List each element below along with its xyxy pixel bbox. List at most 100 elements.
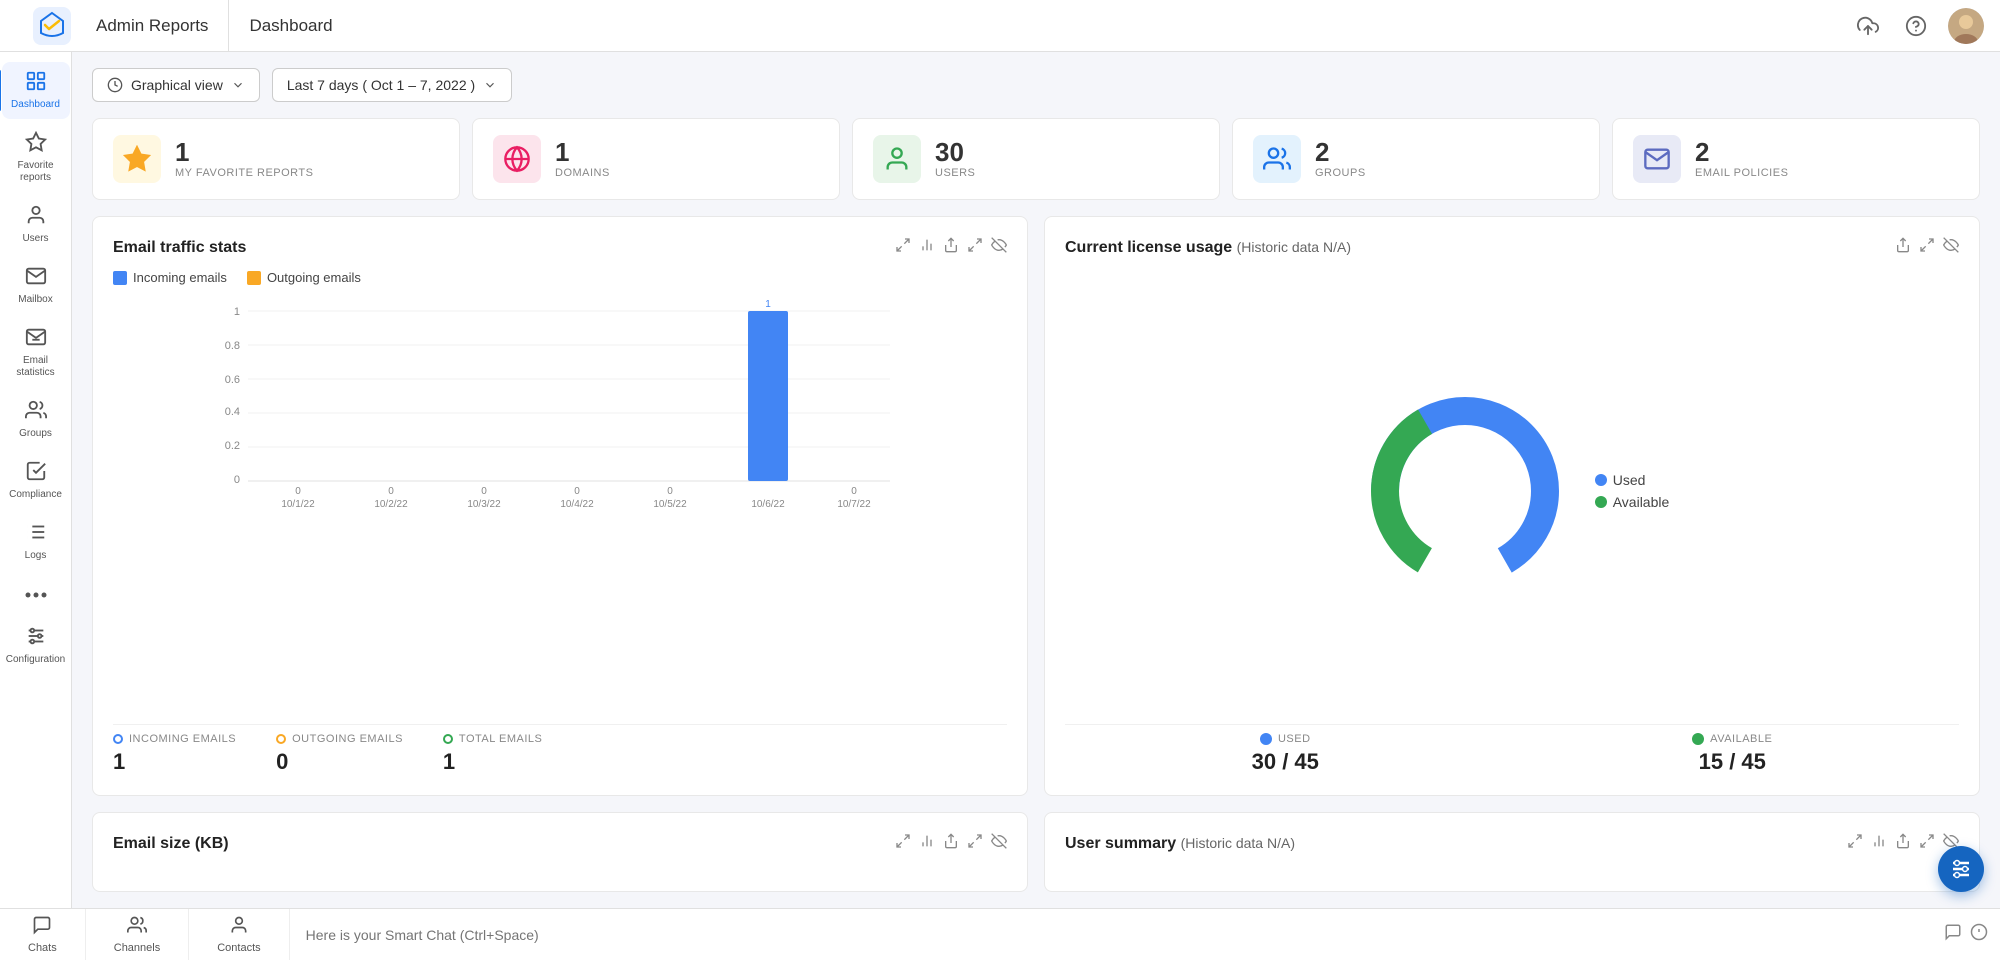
- sidebar-item-logs[interactable]: Logs: [2, 513, 70, 570]
- svg-text:0: 0: [481, 486, 487, 497]
- svg-text:10/3/22: 10/3/22: [467, 499, 501, 510]
- bottom-tab-contacts[interactable]: Contacts: [189, 909, 289, 960]
- groups-label: GROUPS: [1315, 167, 1366, 179]
- chart-actions-license: [1895, 237, 1959, 258]
- summary-card-favorite-reports: 1 MY FAVORITE REPORTS: [92, 118, 460, 200]
- license-title-text: Current license usage: [1065, 239, 1232, 256]
- bar-icon-size[interactable]: [919, 833, 935, 854]
- sidebar-favorite-label: Favorite reports: [6, 160, 66, 184]
- hide-icon-traffic[interactable]: [991, 237, 1007, 258]
- bottom-action-icon-2[interactable]: [1970, 923, 1988, 946]
- upload-button[interactable]: [1852, 10, 1884, 42]
- sidebar-item-email-statistics[interactable]: Email statistics: [2, 318, 70, 387]
- fullscreen-icon-license[interactable]: [1919, 237, 1935, 258]
- bar-chart-icon-traffic[interactable]: [919, 237, 935, 258]
- bar-icon-user-summary[interactable]: [1871, 833, 1887, 854]
- summary-card-email-policies: 2 EMAIL POLICIES: [1612, 118, 1980, 200]
- more-icon: [25, 582, 47, 602]
- stat-outgoing-value: 0: [276, 749, 403, 775]
- controls-bar: Graphical view Last 7 days ( Oct 1 – 7, …: [92, 68, 1980, 102]
- favorite-reports-label: MY FAVORITE REPORTS: [175, 167, 313, 179]
- license-stats: USED 30 / 45 AVAILABLE 15 / 45: [1065, 724, 1959, 775]
- sidebar-item-more[interactable]: [2, 574, 70, 613]
- email-size-header: Email size (KB): [113, 833, 1007, 854]
- domains-count: 1: [555, 139, 610, 165]
- fullscreen-icon-user-summary[interactable]: [1919, 833, 1935, 854]
- top-header: Admin Reports Dashboard: [0, 0, 2000, 52]
- donut-legend: Used Available: [1595, 472, 1670, 510]
- header-title-section: Admin Reports Dashboard: [88, 0, 1852, 52]
- chart-stats-traffic: INCOMING EMAILS 1 OUTGOING EMAILS 0: [113, 724, 1007, 775]
- help-button[interactable]: [1900, 10, 1932, 42]
- graphical-view-dropdown[interactable]: Graphical view: [92, 68, 260, 102]
- bottom-tab-chats[interactable]: Chats: [0, 909, 86, 960]
- graphical-view-label: Graphical view: [131, 77, 223, 93]
- donut-legend-available: Available: [1595, 494, 1670, 510]
- fullscreen-icon-traffic[interactable]: [967, 237, 983, 258]
- email-policies-card-icon: [1633, 135, 1681, 183]
- expand-icon-size[interactable]: [895, 833, 911, 854]
- chats-tab-icon: [32, 915, 52, 940]
- legend-incoming: Incoming emails: [113, 270, 227, 285]
- share-icon-user-summary[interactable]: [1895, 833, 1911, 854]
- favorite-reports-card-icon: [113, 135, 161, 183]
- hide-icon-license[interactable]: [1943, 237, 1959, 258]
- svg-text:0.2: 0.2: [225, 440, 240, 452]
- sidebar-item-groups[interactable]: Groups: [2, 391, 70, 448]
- svg-text:0: 0: [295, 486, 301, 497]
- sidebar-groups-label: Groups: [19, 428, 52, 440]
- legend-dot-incoming: [113, 271, 127, 285]
- bottom-tab-channels[interactable]: Channels: [86, 909, 189, 960]
- sidebar-item-compliance[interactable]: Compliance: [2, 452, 70, 509]
- email-traffic-panel: Email traffic stats: [92, 216, 1028, 796]
- groups-icon: [25, 399, 47, 425]
- domains-card-content: 1 DOMAINS: [555, 139, 610, 179]
- svg-text:0: 0: [388, 486, 394, 497]
- fullscreen-icon-size[interactable]: [967, 833, 983, 854]
- sidebar-configuration-label: Configuration: [6, 654, 65, 666]
- charts-row: Email traffic stats: [92, 216, 1980, 796]
- date-range-dropdown[interactable]: Last 7 days ( Oct 1 – 7, 2022 ): [272, 68, 512, 102]
- smart-chat-input-area[interactable]: [290, 909, 1932, 960]
- sidebar-mailbox-label: Mailbox: [18, 294, 52, 306]
- sidebar-item-mailbox[interactable]: Mailbox: [2, 257, 70, 314]
- email-statistics-icon: [25, 326, 47, 352]
- share-icon-size[interactable]: [943, 833, 959, 854]
- compliance-icon: [25, 460, 47, 486]
- content-area: Graphical view Last 7 days ( Oct 1 – 7, …: [72, 52, 2000, 908]
- svg-text:0.4: 0.4: [225, 406, 240, 418]
- summary-card-domains: 1 DOMAINS: [472, 118, 840, 200]
- expand-icon-traffic[interactable]: [895, 237, 911, 258]
- stat-dot-total: [443, 734, 453, 744]
- fab-filter-button[interactable]: [1938, 846, 1984, 892]
- email-policies-card-content: 2 EMAIL POLICIES: [1695, 139, 1788, 179]
- sidebar-email-stats-label: Email statistics: [6, 355, 66, 379]
- license-usage-panel: Current license usage (Historic data N/A…: [1044, 216, 1980, 796]
- expand-icon-user-summary[interactable]: [1847, 833, 1863, 854]
- sidebar-item-favorite-reports[interactable]: Favorite reports: [2, 123, 70, 192]
- summary-card-groups: 2 GROUPS: [1232, 118, 1600, 200]
- domains-label: DOMAINS: [555, 167, 610, 179]
- hide-icon-size[interactable]: [991, 833, 1007, 854]
- share-icon-license[interactable]: [1895, 237, 1911, 258]
- groups-count: 2: [1315, 139, 1366, 165]
- stat-incoming: INCOMING EMAILS 1: [113, 733, 236, 775]
- favorite-reports-icon: [25, 131, 47, 157]
- logs-icon: [25, 521, 47, 547]
- sidebar-item-users[interactable]: Users: [2, 196, 70, 253]
- sidebar-item-configuration[interactable]: Configuration: [2, 617, 70, 674]
- email-size-panel: Email size (KB): [92, 812, 1028, 892]
- bottom-action-icon-1[interactable]: [1944, 923, 1962, 946]
- configuration-icon: [25, 625, 47, 651]
- favorite-reports-count: 1: [175, 139, 313, 165]
- user-avatar[interactable]: [1948, 8, 1984, 44]
- users-label: USERS: [935, 167, 975, 179]
- sidebar-item-dashboard[interactable]: Dashboard: [2, 62, 70, 119]
- license-available-value: 15 / 45: [1699, 749, 1766, 775]
- sidebar-logs-label: Logs: [25, 550, 47, 562]
- summary-card-users: 30 USERS: [852, 118, 1220, 200]
- share-icon-traffic[interactable]: [943, 237, 959, 258]
- groups-card-content: 2 GROUPS: [1315, 139, 1366, 179]
- legend-incoming-label: Incoming emails: [133, 270, 227, 285]
- smart-chat-input[interactable]: [306, 927, 1916, 943]
